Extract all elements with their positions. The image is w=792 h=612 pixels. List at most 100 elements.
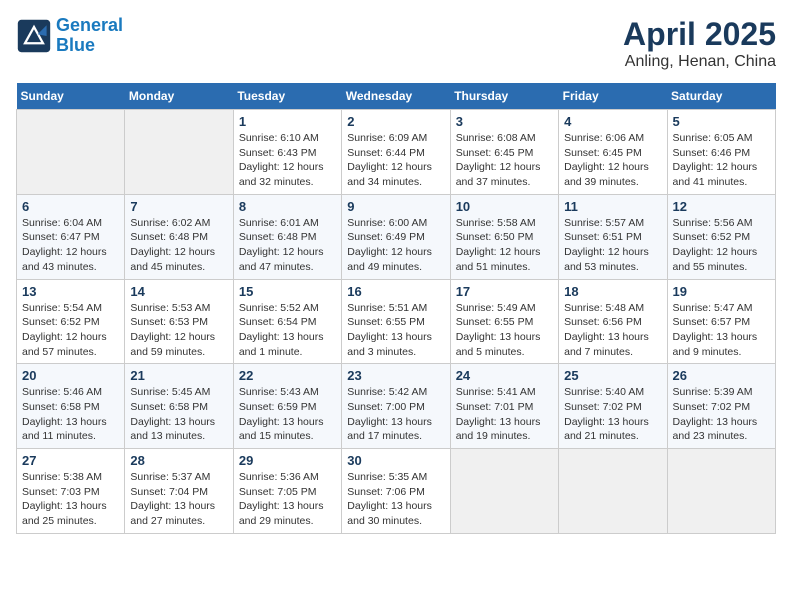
day-info: Sunrise: 5:58 AM Sunset: 6:50 PM Dayligh… — [456, 216, 553, 275]
sunrise-text: Sunrise: 5:48 AM — [564, 301, 661, 316]
sunrise-text: Sunrise: 6:04 AM — [22, 216, 119, 231]
sunset-text: Sunset: 6:47 PM — [22, 230, 119, 245]
day-info: Sunrise: 5:47 AM Sunset: 6:57 PM Dayligh… — [673, 301, 770, 360]
day-info: Sunrise: 5:49 AM Sunset: 6:55 PM Dayligh… — [456, 301, 553, 360]
calendar-cell: 27 Sunrise: 5:38 AM Sunset: 7:03 PM Dayl… — [17, 449, 125, 534]
page-header: General Blue April 2025 Anling, Henan, C… — [16, 16, 776, 71]
daylight-text: Daylight: 13 hours and 27 minutes. — [130, 499, 227, 528]
day-number: 13 — [22, 284, 119, 299]
sunset-text: Sunset: 7:02 PM — [564, 400, 661, 415]
sunset-text: Sunset: 6:52 PM — [22, 315, 119, 330]
daylight-text: Daylight: 13 hours and 13 minutes. — [130, 415, 227, 444]
day-number: 6 — [22, 199, 119, 214]
day-info: Sunrise: 5:53 AM Sunset: 6:53 PM Dayligh… — [130, 301, 227, 360]
day-number: 7 — [130, 199, 227, 214]
calendar-cell: 9 Sunrise: 6:00 AM Sunset: 6:49 PM Dayli… — [342, 194, 450, 279]
calendar-week-2: 6 Sunrise: 6:04 AM Sunset: 6:47 PM Dayli… — [17, 194, 776, 279]
sunset-text: Sunset: 7:03 PM — [22, 485, 119, 500]
sunset-text: Sunset: 7:06 PM — [347, 485, 444, 500]
calendar-week-4: 20 Sunrise: 5:46 AM Sunset: 6:58 PM Dayl… — [17, 364, 776, 449]
sunrise-text: Sunrise: 5:36 AM — [239, 470, 336, 485]
daylight-text: Daylight: 13 hours and 7 minutes. — [564, 330, 661, 359]
day-number: 4 — [564, 114, 661, 129]
day-number: 8 — [239, 199, 336, 214]
calendar-cell: 10 Sunrise: 5:58 AM Sunset: 6:50 PM Dayl… — [450, 194, 558, 279]
day-number: 1 — [239, 114, 336, 129]
daylight-text: Daylight: 12 hours and 57 minutes. — [22, 330, 119, 359]
daylight-text: Daylight: 13 hours and 25 minutes. — [22, 499, 119, 528]
title-block: April 2025 Anling, Henan, China — [623, 16, 776, 71]
day-info: Sunrise: 5:35 AM Sunset: 7:06 PM Dayligh… — [347, 470, 444, 529]
day-info: Sunrise: 6:01 AM Sunset: 6:48 PM Dayligh… — [239, 216, 336, 275]
calendar-cell: 1 Sunrise: 6:10 AM Sunset: 6:43 PM Dayli… — [233, 110, 341, 195]
daylight-text: Daylight: 13 hours and 21 minutes. — [564, 415, 661, 444]
sunrise-text: Sunrise: 5:41 AM — [456, 385, 553, 400]
day-info: Sunrise: 5:46 AM Sunset: 6:58 PM Dayligh… — [22, 385, 119, 444]
sunrise-text: Sunrise: 5:42 AM — [347, 385, 444, 400]
calendar-cell: 2 Sunrise: 6:09 AM Sunset: 6:44 PM Dayli… — [342, 110, 450, 195]
sunset-text: Sunset: 6:55 PM — [347, 315, 444, 330]
day-info: Sunrise: 6:10 AM Sunset: 6:43 PM Dayligh… — [239, 131, 336, 190]
sunrise-text: Sunrise: 6:06 AM — [564, 131, 661, 146]
daylight-text: Daylight: 12 hours and 49 minutes. — [347, 245, 444, 274]
day-number: 2 — [347, 114, 444, 129]
sunrise-text: Sunrise: 5:45 AM — [130, 385, 227, 400]
calendar-cell: 13 Sunrise: 5:54 AM Sunset: 6:52 PM Dayl… — [17, 279, 125, 364]
sunrise-text: Sunrise: 6:05 AM — [673, 131, 770, 146]
sunrise-text: Sunrise: 5:56 AM — [673, 216, 770, 231]
sunrise-text: Sunrise: 5:40 AM — [564, 385, 661, 400]
calendar-subtitle: Anling, Henan, China — [623, 53, 776, 71]
day-info: Sunrise: 5:52 AM Sunset: 6:54 PM Dayligh… — [239, 301, 336, 360]
sunrise-text: Sunrise: 5:53 AM — [130, 301, 227, 316]
sunset-text: Sunset: 7:02 PM — [673, 400, 770, 415]
sunset-text: Sunset: 6:48 PM — [130, 230, 227, 245]
calendar-week-5: 27 Sunrise: 5:38 AM Sunset: 7:03 PM Dayl… — [17, 449, 776, 534]
calendar-week-3: 13 Sunrise: 5:54 AM Sunset: 6:52 PM Dayl… — [17, 279, 776, 364]
weekday-header-row: SundayMondayTuesdayWednesdayThursdayFrid… — [17, 83, 776, 110]
sunrise-text: Sunrise: 6:02 AM — [130, 216, 227, 231]
weekday-header-monday: Monday — [125, 83, 233, 110]
calendar-table: SundayMondayTuesdayWednesdayThursdayFrid… — [16, 83, 776, 534]
sunrise-text: Sunrise: 6:01 AM — [239, 216, 336, 231]
sunrise-text: Sunrise: 5:37 AM — [130, 470, 227, 485]
calendar-cell — [450, 449, 558, 534]
day-info: Sunrise: 5:40 AM Sunset: 7:02 PM Dayligh… — [564, 385, 661, 444]
calendar-cell: 6 Sunrise: 6:04 AM Sunset: 6:47 PM Dayli… — [17, 194, 125, 279]
calendar-cell: 22 Sunrise: 5:43 AM Sunset: 6:59 PM Dayl… — [233, 364, 341, 449]
calendar-cell: 4 Sunrise: 6:06 AM Sunset: 6:45 PM Dayli… — [559, 110, 667, 195]
weekday-header-thursday: Thursday — [450, 83, 558, 110]
day-number: 5 — [673, 114, 770, 129]
day-number: 14 — [130, 284, 227, 299]
daylight-text: Daylight: 13 hours and 11 minutes. — [22, 415, 119, 444]
day-number: 12 — [673, 199, 770, 214]
sunrise-text: Sunrise: 5:49 AM — [456, 301, 553, 316]
calendar-cell — [559, 449, 667, 534]
sunset-text: Sunset: 6:56 PM — [564, 315, 661, 330]
day-number: 18 — [564, 284, 661, 299]
sunset-text: Sunset: 6:48 PM — [239, 230, 336, 245]
daylight-text: Daylight: 13 hours and 30 minutes. — [347, 499, 444, 528]
day-info: Sunrise: 5:39 AM Sunset: 7:02 PM Dayligh… — [673, 385, 770, 444]
day-number: 29 — [239, 453, 336, 468]
sunset-text: Sunset: 7:01 PM — [456, 400, 553, 415]
calendar-cell — [17, 110, 125, 195]
calendar-cell: 23 Sunrise: 5:42 AM Sunset: 7:00 PM Dayl… — [342, 364, 450, 449]
day-number: 19 — [673, 284, 770, 299]
sunset-text: Sunset: 6:57 PM — [673, 315, 770, 330]
logo-line1: General — [56, 15, 123, 35]
weekday-header-friday: Friday — [559, 83, 667, 110]
daylight-text: Daylight: 13 hours and 5 minutes. — [456, 330, 553, 359]
day-number: 23 — [347, 368, 444, 383]
logo-icon — [16, 18, 52, 54]
day-info: Sunrise: 5:37 AM Sunset: 7:04 PM Dayligh… — [130, 470, 227, 529]
sunrise-text: Sunrise: 5:51 AM — [347, 301, 444, 316]
daylight-text: Daylight: 12 hours and 39 minutes. — [564, 160, 661, 189]
day-info: Sunrise: 6:06 AM Sunset: 6:45 PM Dayligh… — [564, 131, 661, 190]
day-number: 11 — [564, 199, 661, 214]
calendar-cell: 26 Sunrise: 5:39 AM Sunset: 7:02 PM Dayl… — [667, 364, 775, 449]
sunrise-text: Sunrise: 6:10 AM — [239, 131, 336, 146]
day-info: Sunrise: 5:45 AM Sunset: 6:58 PM Dayligh… — [130, 385, 227, 444]
daylight-text: Daylight: 13 hours and 23 minutes. — [673, 415, 770, 444]
sunset-text: Sunset: 6:52 PM — [673, 230, 770, 245]
day-number: 28 — [130, 453, 227, 468]
